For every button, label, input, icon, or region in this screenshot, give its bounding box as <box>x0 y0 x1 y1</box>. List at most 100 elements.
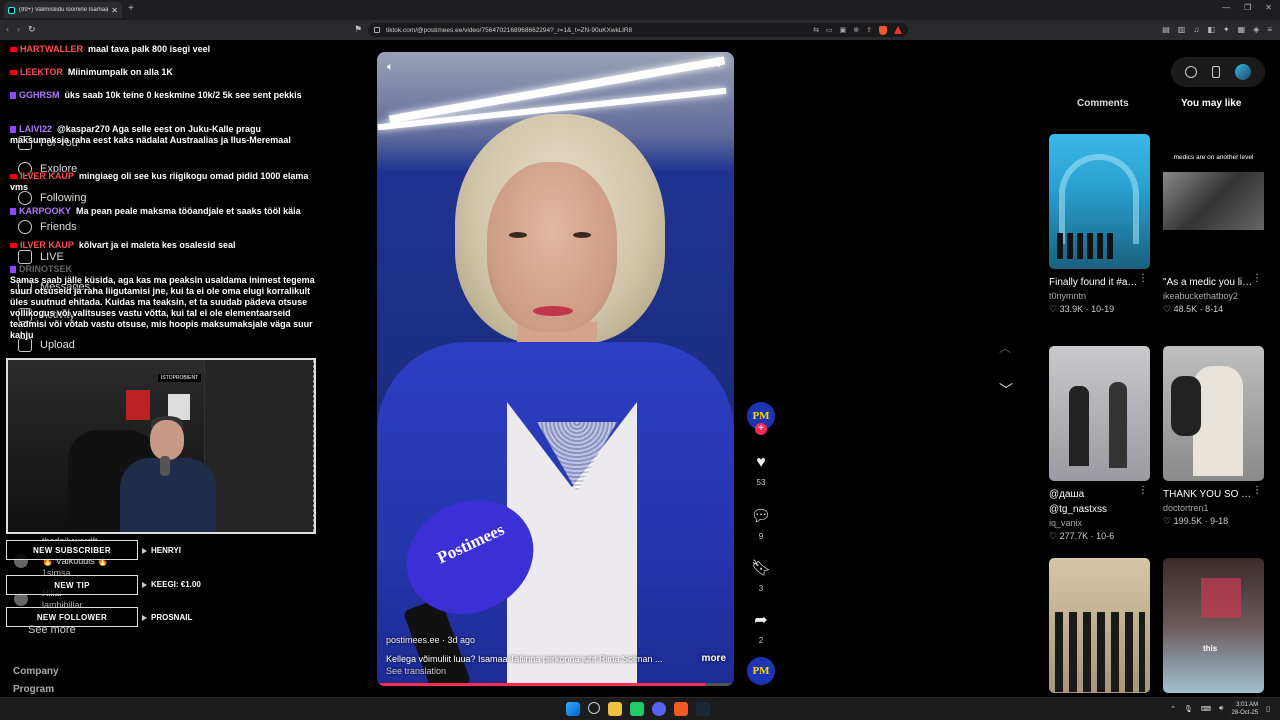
recommended-video-card[interactable]: medics are on another level "As a medic … <box>1163 134 1264 315</box>
steam-icon[interactable] <box>696 702 710 716</box>
restore-icon[interactable]: ❐ <box>1244 3 1251 12</box>
card-user[interactable]: iq_vanix <box>1049 518 1150 528</box>
card-more-icon[interactable]: ⋮ <box>1138 485 1148 496</box>
extension-icon-2[interactable]: ▥ <box>1178 25 1186 34</box>
brave-rewards-icon[interactable] <box>894 25 902 34</box>
tray-chevron-up-icon[interactable]: ⌃ <box>1170 705 1176 713</box>
new-tab-button[interactable]: + <box>128 3 134 14</box>
pip-icon[interactable]: ▣ <box>840 26 847 35</box>
browser-tab[interactable]: (99+) Valimisliidu loomine Isamaa... ✕ <box>4 2 122 18</box>
previous-video-chevron-up-icon[interactable]: ︿ <box>999 339 1011 356</box>
recommended-video-card[interactable]: Finally found it #agartha #fyp... ⋮ t0ny… <box>1049 134 1150 315</box>
menu-icon[interactable]: ≡ <box>1267 25 1272 34</box>
twitch-icon <box>10 208 16 216</box>
video-thumbnail[interactable] <box>1049 134 1150 269</box>
discord-icon[interactable] <box>652 702 666 716</box>
cast-icon[interactable]: ▭ <box>826 26 833 35</box>
youtube-icon <box>10 174 17 180</box>
profile-avatar[interactable] <box>1235 64 1252 80</box>
sidebar-item-live[interactable]: LIVE <box>18 250 64 264</box>
brave-icon[interactable] <box>674 702 688 716</box>
video-description: Kellega võimuliit luua? Isamaa Tallinna … <box>386 654 663 664</box>
comment-icon: 💬︎ <box>750 508 772 525</box>
search-icon[interactable] <box>588 702 600 714</box>
recommended-video-card[interactable]: THANK YOU SO MUCH LARRY 😢... ⋮ doctortre… <box>1163 346 1264 527</box>
vpn-icon[interactable]: ◈ <box>1253 25 1259 34</box>
windows-taskbar: ⌃ 🎙︎ ⌨ 🔊︎ 3:01 AM 28-Oct-25 ▯ <box>0 697 1280 720</box>
minimize-icon[interactable]: — <box>1222 3 1230 12</box>
more-button[interactable]: more <box>702 653 726 664</box>
comment-button[interactable]: 💬︎ 9 <box>745 506 777 541</box>
back-icon[interactable]: ‹ <box>6 24 9 35</box>
video-thumbnail[interactable] <box>1049 346 1150 481</box>
clock-date: 28-Oct-25 <box>1231 710 1259 716</box>
tab-you-may-like[interactable]: You may like <box>1181 98 1241 109</box>
extensions-puzzle-icon[interactable]: ✦ <box>1223 25 1230 34</box>
brave-shield-icon[interactable] <box>879 25 887 35</box>
card-title: "As a medic you live your whole li... <box>1163 277 1255 288</box>
card-more-icon[interactable]: ⋮ <box>1252 485 1262 496</box>
footer-link-company[interactable]: Company <box>13 666 59 677</box>
mic-icon[interactable]: 🎙︎ <box>1184 705 1193 713</box>
translate-icon[interactable]: ⇆ <box>813 26 819 35</box>
explore-icon[interactable] <box>1184 66 1197 78</box>
arrow-right-icon <box>142 614 147 621</box>
video-thumbnail[interactable]: this <box>1163 558 1264 693</box>
sidebar-item-friends[interactable]: Friends <box>18 220 77 234</box>
clock[interactable]: 3:01 AM 28-Oct-25 <box>1231 701 1258 717</box>
file-explorer-icon[interactable] <box>608 702 622 716</box>
share-button[interactable]: ➦ 2 <box>745 610 777 645</box>
share-count: 2 <box>758 636 764 645</box>
tab-comments[interactable]: Comments <box>1077 98 1129 109</box>
see-more-link[interactable]: See more <box>28 624 76 636</box>
card-user[interactable]: doctortren1 <box>1163 503 1264 513</box>
recommended-video-card[interactable]: @даша ⋮ @tg_nastxss iq_vanix ♡ 277.7K · … <box>1049 346 1150 542</box>
volume-icon[interactable]: 🔈︎ <box>387 61 394 74</box>
bookmark-icon[interactable]: ⚑ <box>354 24 362 35</box>
save-button[interactable]: 🔖︎ 3 <box>745 558 777 593</box>
notifications-icon[interactable]: ▯ <box>1266 705 1270 713</box>
bookmark-icon: 🔖︎ <box>750 560 772 577</box>
card-more-icon[interactable]: ⋮ <box>1252 273 1262 284</box>
music-icon[interactable]: ♫ <box>1193 25 1199 34</box>
sidebar-icon[interactable]: ◧ <box>1207 25 1215 34</box>
windows-start-icon[interactable] <box>566 702 580 716</box>
card-more-icon[interactable]: ⋮ <box>1138 273 1148 284</box>
card-user[interactable]: t0nymntn <box>1049 291 1150 301</box>
friends-icon <box>18 220 32 234</box>
zoom-icon[interactable]: ⊕ <box>853 26 859 35</box>
wallet-icon[interactable]: ▦ <box>1238 25 1246 34</box>
sidebar-item-following[interactable]: Following <box>18 191 86 205</box>
alert-new-tip: NEW TIP <box>6 575 138 595</box>
close-window-icon[interactable]: ✕ <box>1265 3 1272 12</box>
video-player[interactable]: Postimees 🔈︎ ··· postimees.ee · 3d ago K… <box>377 52 734 686</box>
like-button[interactable]: ♥ 53 <box>745 454 777 487</box>
app-icon[interactable] <box>630 702 644 716</box>
video-thumbnail[interactable] <box>1163 346 1264 481</box>
reload-icon[interactable]: ↻ <box>28 24 36 35</box>
forward-icon[interactable]: › <box>17 24 20 35</box>
extension-icon-1[interactable]: ▤ <box>1162 25 1170 34</box>
volume-tray-icon[interactable]: 🔊︎ <box>1219 705 1223 713</box>
follow-plus-icon[interactable]: + <box>755 423 767 435</box>
video-author[interactable]: postimees.ee · 3d ago <box>386 635 726 645</box>
arrow-right-icon <box>142 581 147 588</box>
network-icon[interactable]: ⌨ <box>1201 705 1211 713</box>
address-bar[interactable]: tiktok.com/@postimees.ee/video/756470216… <box>368 23 908 37</box>
next-video-chevron-down-icon[interactable]: ﹀ <box>999 380 1013 400</box>
video-thumbnail[interactable]: medics are on another level <box>1163 134 1264 269</box>
heart-icon: ♥ <box>756 454 766 471</box>
see-translation-link[interactable]: See translation <box>386 666 726 676</box>
share-icon[interactable]: ⇪ <box>866 26 872 35</box>
card-user[interactable]: ikeabuckethatboy2 <box>1163 291 1264 301</box>
url-text[interactable]: tiktok.com/@postimees.ee/video/756470216… <box>386 27 813 34</box>
close-tab-icon[interactable]: ✕ <box>111 6 118 15</box>
video-progress-bar[interactable] <box>377 683 734 686</box>
recommended-video-card[interactable]: this <box>1163 558 1264 693</box>
more-options-icon[interactable]: ··· <box>705 57 722 73</box>
device-icon[interactable] <box>1211 66 1220 78</box>
recommended-video-card[interactable] <box>1049 558 1150 693</box>
video-thumbnail[interactable] <box>1049 558 1150 693</box>
music-disc-avatar[interactable]: PM <box>747 657 775 685</box>
footer-link-program[interactable]: Program <box>13 684 54 695</box>
